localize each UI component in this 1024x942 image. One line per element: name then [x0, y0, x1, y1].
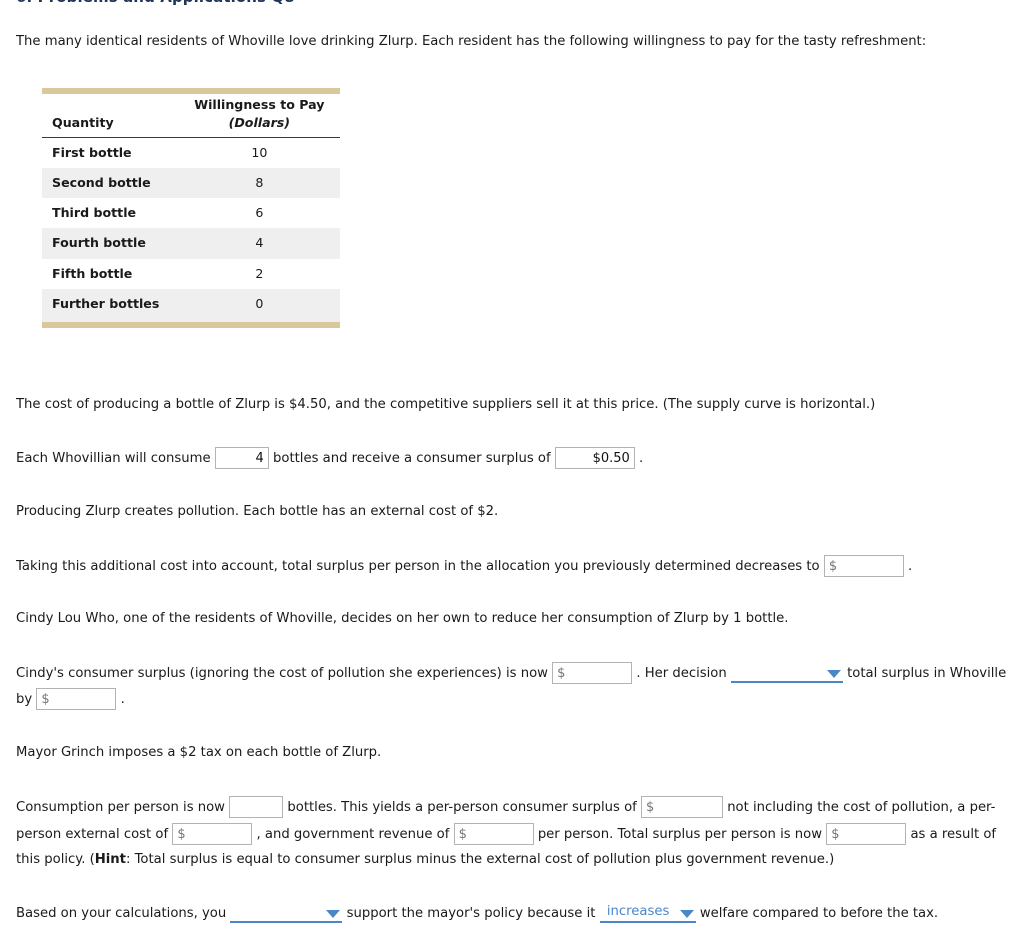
support-policy-dropdown[interactable]: [230, 903, 343, 923]
consumer-surplus-input[interactable]: [554, 447, 635, 469]
table-cell-wtp: 6: [178, 198, 340, 229]
table-cell-quantity: Fifth bottle: [42, 258, 179, 289]
willingness-to-pay-table: Quantity Willingness to Pay (Dollars) Fi…: [42, 88, 340, 328]
total-surplus-per-person-input[interactable]: [826, 823, 907, 845]
cindy-text-by: by: [16, 692, 33, 707]
cindy-decision-dropdown[interactable]: [730, 663, 843, 683]
chevron-down-icon: [326, 910, 341, 918]
hint-text-suffix: : Total surplus is equal to consumer sur…: [125, 852, 835, 867]
cindy-question-line-1: Cindy's consumer surplus (ignoring the c…: [16, 662, 1006, 684]
welfare-effect-dropdown-value: increases: [606, 904, 670, 919]
cindy-text-period: .: [120, 692, 125, 707]
table-header-quantity-label: Quantity: [52, 115, 114, 131]
table-cell-quantity: Further bottles: [42, 288, 179, 319]
table-cell-wtp: 8: [178, 167, 340, 198]
cindy-consumer-surplus-input[interactable]: [552, 662, 633, 684]
conclusion-text-after: welfare compared to before the tax.: [699, 906, 939, 921]
cindy-paragraph: Cindy Lou Who, one of the residents of W…: [16, 611, 789, 626]
tax-text-s2: bottles. This yields a per-person consum…: [287, 800, 637, 815]
hint-label: Hint: [94, 852, 126, 867]
tax-text-s3: not including the cost of pollution, a p…: [727, 800, 996, 815]
chevron-down-icon: [826, 670, 841, 678]
cindy-surplus-change-input[interactable]: [36, 688, 117, 710]
tax-question-line-1: Consumption per person is now bottles. T…: [16, 796, 995, 818]
bottles-consumed-input[interactable]: [214, 447, 269, 469]
consumption-per-person-input[interactable]: [229, 796, 284, 818]
total-surplus-decreased-input[interactable]: [823, 555, 904, 577]
table-cell-quantity: Fourth bottle: [42, 228, 179, 259]
table-header-wtp-line1: Willingness to Pay: [194, 97, 325, 112]
table-header-wtp-line2: (Dollars): [228, 115, 291, 131]
intro-paragraph: The many identical residents of Whoville…: [16, 34, 927, 49]
pollution-paragraph: Producing Zlurp creates pollution. Each …: [16, 504, 499, 519]
chevron-down-icon: [679, 910, 694, 918]
table-header-quantity: Quantity: [42, 94, 179, 138]
table-cell-quantity: First bottle: [42, 137, 179, 168]
tax-question-hint-line: this policy. (Hint: Total surplus is equ…: [16, 850, 834, 869]
welfare-effect-dropdown[interactable]: increases: [599, 903, 696, 923]
per-person-consumer-surplus-input[interactable]: [641, 796, 723, 818]
consume-question-line: Each Whovillian will consume bottles and…: [16, 447, 643, 469]
table-header-wtp: Willingness to Pay (Dollars): [178, 94, 340, 138]
table-row: Second bottle 8: [42, 167, 340, 198]
tax-question-line-2: person external cost of , and government…: [16, 823, 996, 845]
table-cell-quantity: Second bottle: [42, 167, 179, 198]
tax-text-s1: Consumption per person is now: [16, 800, 225, 815]
conclusion-text-mid: support the mayor's policy because it: [346, 906, 596, 921]
hint-text-prefix: this policy. (: [16, 852, 95, 867]
tax-text-s4: person external cost of: [16, 827, 169, 842]
consume-text-middle: bottles and receive a consumer surplus o…: [273, 451, 551, 466]
table-cell-wtp: 0: [178, 288, 340, 319]
table-row: Further bottles 0: [42, 288, 340, 319]
table-row: Fifth bottle 2: [42, 258, 340, 289]
table-row: Fourth bottle 4: [42, 228, 340, 259]
table-header-row: Quantity Willingness to Pay (Dollars): [42, 94, 340, 138]
table-cell-wtp: 4: [178, 228, 340, 259]
conclusion-text-before: Based on your calculations, you: [16, 906, 227, 921]
cindy-text-mid1: . Her decision: [636, 666, 727, 681]
consume-text-before: Each Whovillian will consume: [16, 451, 211, 466]
table-bottom-rule: [42, 322, 340, 328]
table-row: Third bottle 6: [42, 198, 340, 229]
consume-text-after: .: [639, 451, 644, 466]
tax-text-s6: per person. Total surplus per person is …: [537, 827, 823, 842]
table-cell-quantity: Third bottle: [42, 198, 179, 229]
cindy-text-before: Cindy's consumer surplus (ignoring the c…: [16, 666, 548, 681]
table-cell-wtp: 10: [178, 137, 340, 168]
cost-paragraph: The cost of producing a bottle of Zlurp …: [16, 397, 876, 412]
cindy-question-line-2: by .: [16, 688, 125, 710]
tax-text-s5: , and government revenue of: [256, 827, 450, 842]
table-cell-wtp: 2: [178, 258, 340, 289]
government-revenue-input[interactable]: [453, 823, 534, 845]
total-surplus-text-before: Taking this additional cost into account…: [16, 559, 820, 574]
tax-text-s7: as a result of: [910, 827, 997, 842]
table-row: First bottle 10: [42, 137, 340, 168]
mayor-paragraph: Mayor Grinch imposes a $2 tax on each bo…: [16, 745, 382, 760]
cindy-text-mid2: total surplus in Whoville: [847, 666, 1007, 681]
per-person-external-cost-input[interactable]: [172, 823, 253, 845]
total-surplus-question-line: Taking this additional cost into account…: [16, 555, 912, 577]
conclusion-question-line: Based on your calculations, you support …: [16, 903, 938, 923]
page-title: 6. Problems and Applications Q8: [16, 0, 295, 9]
total-surplus-text-after: .: [908, 559, 913, 574]
